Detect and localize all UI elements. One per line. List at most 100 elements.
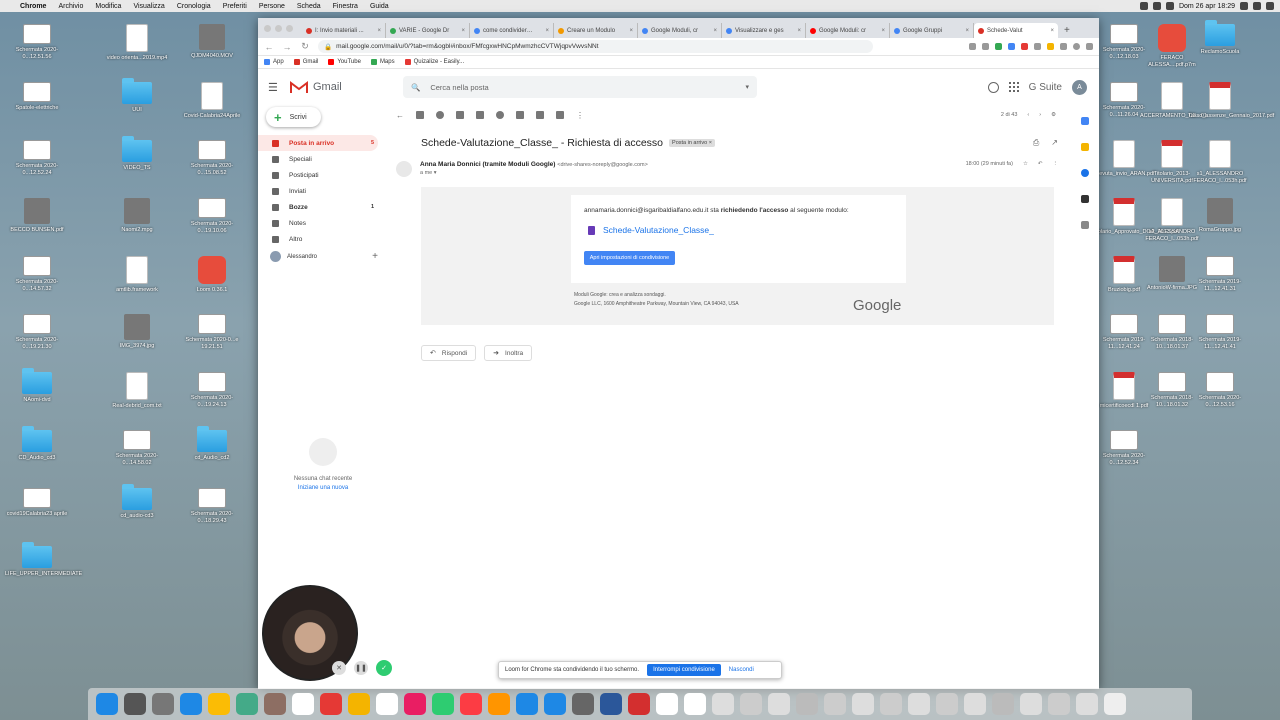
dock-app-icon[interactable] — [1104, 693, 1126, 715]
extension-icon[interactable] — [1060, 43, 1067, 50]
reply-button[interactable]: ↶ Rispondi — [421, 345, 477, 361]
add-task-icon[interactable] — [516, 111, 524, 119]
more-options-icon[interactable]: ⋮ — [1053, 161, 1059, 167]
desktop-item[interactable]: Schermata 2020-0...15.08.52 — [180, 140, 244, 177]
desktop-item[interactable]: RomaGruppo.jpg — [1188, 198, 1252, 234]
dock-app-icon[interactable] — [684, 693, 706, 715]
clock[interactable]: Dom 26 apr 18:29 — [1179, 3, 1235, 10]
form-link[interactable]: Schede-Valutazione_Classe_ — [588, 225, 714, 235]
zoom-window-button[interactable] — [286, 25, 293, 32]
menu-app-name[interactable]: Chrome — [14, 3, 52, 10]
report-spam-icon[interactable] — [436, 111, 444, 119]
dock-app-icon[interactable] — [628, 693, 650, 715]
extension-icon[interactable] — [1008, 43, 1015, 50]
dock-app-icon[interactable] — [992, 693, 1014, 715]
account-avatar[interactable]: A — [1072, 79, 1087, 95]
open-new-window-icon[interactable]: ↗ — [1051, 138, 1058, 148]
close-tab-icon[interactable]: × — [629, 28, 633, 34]
desktop-item[interactable]: CD_Audio_cd3 — [5, 426, 69, 462]
apps-grid-icon[interactable] — [1008, 82, 1019, 92]
spotlight-icon[interactable] — [1240, 2, 1248, 10]
desktop-item[interactable]: UUI — [105, 78, 169, 114]
reply-icon[interactable]: ↶ — [1038, 161, 1043, 167]
dock-app-icon[interactable] — [1076, 693, 1098, 715]
dock-app-icon[interactable] — [712, 693, 734, 715]
desktop-item[interactable]: Schermata 2020-0...12.52.24 — [5, 140, 69, 177]
dock-app-icon[interactable] — [264, 693, 286, 715]
desktop-item[interactable]: BECCO BUNSEN.pdf — [5, 198, 69, 234]
dock-app-icon[interactable] — [488, 693, 510, 715]
minimize-window-button[interactable] — [275, 25, 282, 32]
menu-preferiti[interactable]: Preferiti — [217, 3, 253, 10]
desktop-item[interactable]: Schermata 2020-0...14.57.32 — [5, 256, 69, 293]
browser-tab[interactable]: I: Invio materiali ... × — [302, 23, 386, 38]
loom-pause-icon[interactable]: ❚❚ — [354, 661, 368, 675]
menu-persone[interactable]: Persone — [253, 3, 291, 10]
battery-icon[interactable] — [1165, 2, 1174, 10]
desktop-item[interactable]: covid19Calabria23 aprile — [5, 488, 69, 518]
desktop-item[interactable]: Real-debrid_com.txt — [105, 372, 169, 410]
desktop-item[interactable]: Schermata 2020-0...14.58.02 — [105, 430, 169, 467]
desktop-item[interactable]: Loom 0.36.1 — [180, 256, 244, 294]
desktop-item[interactable]: Schermata 2020-0...12.53.16 — [1188, 372, 1252, 409]
browser-tab[interactable]: VARIE - Google Dr × — [386, 23, 470, 38]
archive-icon[interactable] — [416, 111, 424, 119]
new-tab-button[interactable]: + — [1058, 23, 1076, 38]
dock-app-icon[interactable] — [908, 693, 930, 715]
add-chat-icon[interactable]: + — [372, 251, 378, 262]
compose-button[interactable]: + Scrivi — [266, 107, 321, 127]
main-menu-icon[interactable]: ☰ — [268, 81, 280, 94]
browser-tab[interactable]: Google Moduli, cr × — [638, 23, 722, 38]
desktop-item[interactable]: amtlib.framework — [105, 256, 169, 294]
dock-app-icon[interactable] — [572, 693, 594, 715]
bookmark-item[interactable]: Gmail — [293, 59, 318, 65]
loom-delete-icon[interactable]: ✕ — [332, 661, 346, 675]
browser-tab[interactable]: Google Gruppi × — [890, 23, 974, 38]
dock-app-icon[interactable] — [852, 693, 874, 715]
siri-icon[interactable] — [1253, 2, 1261, 10]
calendar-icon[interactable] — [1081, 117, 1089, 125]
dock-app-icon[interactable] — [1048, 693, 1070, 715]
nav-item[interactable]: Inviati — [258, 183, 378, 199]
desktop-item[interactable]: Schermata 2020-0...18.29.43 — [180, 488, 244, 525]
mark-unread-icon[interactable] — [476, 111, 484, 119]
dock-app-icon[interactable] — [124, 693, 146, 715]
volume-icon[interactable] — [1152, 2, 1161, 10]
print-icon[interactable]: ⎙ — [1033, 138, 1039, 148]
close-tab-icon[interactable]: × — [461, 28, 465, 34]
star-icon[interactable]: ☆ — [1023, 161, 1028, 167]
nav-item[interactable]: Posta in arrivo 5 — [258, 135, 378, 151]
dock-app-icon[interactable] — [936, 693, 958, 715]
move-to-icon[interactable] — [536, 111, 544, 119]
snooze-icon[interactable] — [496, 111, 504, 119]
dock-app-icon[interactable] — [600, 693, 622, 715]
browser-tab[interactable]: Visualizzare e ges × — [722, 23, 806, 38]
close-tab-icon[interactable]: × — [797, 28, 801, 34]
bookmark-item[interactable]: Quizalize - Easily... — [404, 59, 464, 65]
dock-app-icon[interactable] — [824, 693, 846, 715]
recipient-details[interactable]: a me ▾ — [420, 170, 648, 176]
back-icon[interactable]: ← — [264, 42, 274, 52]
dock-app-icon[interactable] — [236, 693, 258, 715]
loom-finish-icon[interactable]: ✓ — [376, 660, 392, 676]
desktop-item[interactable]: ReclamoScuola — [1188, 20, 1252, 56]
close-tab-icon[interactable]: × — [545, 28, 549, 34]
close-tab-icon[interactable]: × — [881, 28, 885, 34]
extension-icon[interactable] — [1047, 43, 1054, 50]
close-window-button[interactable] — [264, 25, 271, 32]
delete-icon[interactable] — [456, 111, 464, 119]
nav-item[interactable]: Notes — [258, 215, 378, 231]
profile-icon[interactable] — [1073, 43, 1080, 50]
dock-app-icon[interactable] — [376, 693, 398, 715]
dock-app-icon[interactable] — [516, 693, 538, 715]
open-sharing-settings-button[interactable]: Apri impostazioni di condivisione — [584, 251, 675, 265]
bookmark-item[interactable]: App — [264, 59, 284, 65]
extension-icon[interactable] — [1021, 43, 1028, 50]
dock-app-icon[interactable] — [180, 693, 202, 715]
desktop-item[interactable]: Tasso_assenze_Gennaio_2017.pdf — [1188, 82, 1274, 120]
dock-app-icon[interactable] — [768, 693, 790, 715]
dock-app-icon[interactable] — [740, 693, 762, 715]
desktop-item[interactable]: QJDM4040.MOV — [180, 24, 244, 60]
desktop-item[interactable]: cd_Audio_cd2 — [180, 426, 244, 462]
back-to-inbox-icon[interactable]: ← — [396, 111, 404, 120]
